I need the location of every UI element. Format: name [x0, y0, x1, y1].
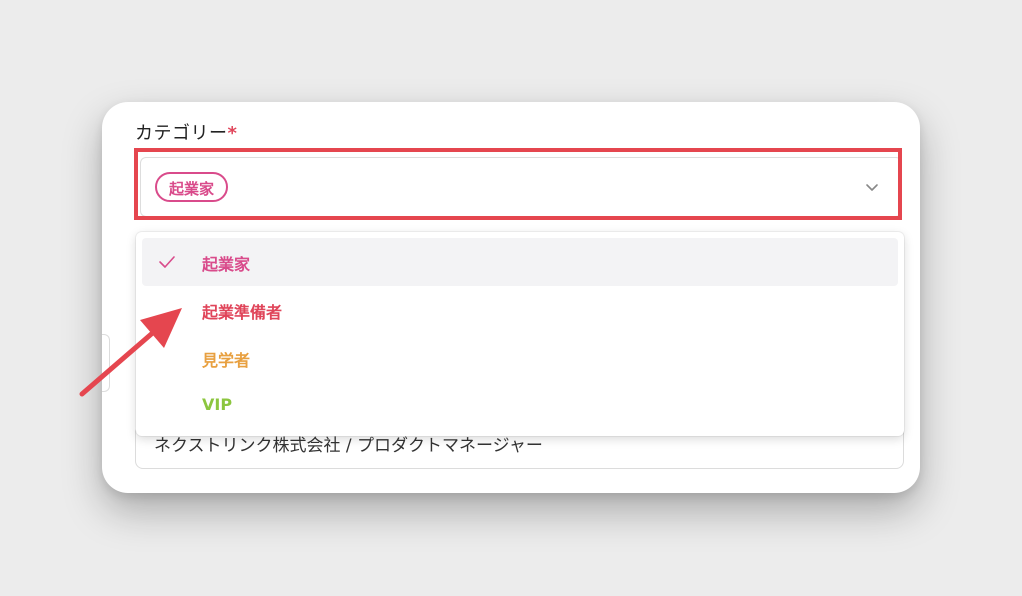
- highlight-annotation-frame: [134, 148, 902, 220]
- check-icon: [159, 256, 175, 268]
- dropdown-option-visitor[interactable]: 見学者: [142, 334, 898, 382]
- form-card: カテゴリー* ネクストリンク株式会社 / プロダクトマネージャー 起業家 起業家…: [102, 102, 920, 493]
- category-label: カテゴリー*: [135, 119, 237, 145]
- dropdown-option-label: 起業準備者: [202, 303, 283, 322]
- dropdown-option-vip[interactable]: VIP: [142, 382, 898, 430]
- dropdown-option-entrepreneur[interactable]: 起業家: [142, 238, 898, 286]
- category-dropdown-menu: 起業家 起業準備者 見学者 VIP: [136, 232, 904, 436]
- category-label-text: カテゴリー: [135, 123, 228, 144]
- arrow-icon: [79, 308, 182, 397]
- dropdown-option-label: VIP: [202, 395, 233, 414]
- dropdown-option-aspiring-entrepreneur[interactable]: 起業準備者: [142, 286, 898, 334]
- dropdown-option-label: 見学者: [202, 351, 251, 370]
- required-mark: *: [227, 123, 238, 144]
- dropdown-option-label: 起業家: [202, 255, 251, 274]
